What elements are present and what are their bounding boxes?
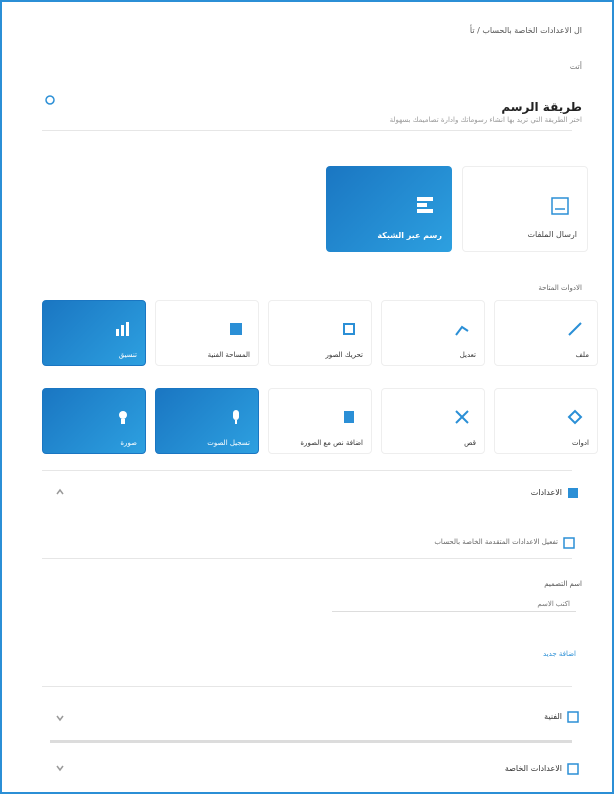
grid-icon: [417, 197, 433, 213]
chevron-down-icon[interactable]: [54, 712, 66, 724]
page-description: اختر الطريقة التي تريد بها انشاء رسوماتك…: [389, 116, 582, 124]
tile-tools[interactable]: ادوات: [494, 388, 598, 454]
settings-panel-icon: [568, 488, 578, 498]
section-title: الاعدادات الخاصة: [504, 764, 562, 773]
upload-icon: [551, 197, 569, 215]
page-frame: ال الاعدادات الخاصة بالحساب / تأ أتت طري…: [0, 0, 614, 794]
art-section-icon: [567, 711, 579, 723]
tile-label: ملف: [575, 351, 589, 359]
layers-icon: [343, 323, 355, 335]
field-label: اسم التصميم: [544, 580, 582, 588]
pencil-icon: [568, 322, 582, 336]
checkbox-icon[interactable]: [562, 536, 576, 550]
tile-label: تسجيل الصوت: [207, 439, 250, 447]
tile-layers[interactable]: تحريك الصور: [268, 300, 372, 366]
panel-title: الاعدادات: [530, 488, 562, 497]
settings-icon[interactable]: [44, 94, 56, 106]
tile-format[interactable]: تنسيق: [42, 300, 146, 366]
tile-label: ادوات: [572, 439, 589, 447]
private-settings-icon: [567, 763, 579, 775]
chevron-down-icon[interactable]: [54, 762, 66, 774]
edit-icon: [230, 323, 242, 335]
tile-text[interactable]: اضافة نص مع الصورة: [268, 388, 372, 454]
chevron-up-icon[interactable]: [54, 486, 66, 498]
mic-icon: [233, 410, 239, 424]
tile-label: تحريك الصور: [325, 351, 363, 359]
option-text: تفعيل الاعدادات المتقدمة الخاصة بالحساب: [434, 538, 558, 546]
tile-label: صورة: [120, 439, 137, 447]
panel-divider: [42, 470, 572, 471]
image-icon: [119, 411, 127, 424]
section-label: الادوات المتاحة: [538, 284, 582, 292]
tile-label: المساحة الفنية: [207, 351, 250, 359]
panel-divider: [42, 686, 572, 687]
chart-icon: [116, 322, 129, 336]
scissors-icon: [455, 410, 469, 424]
tile-cut[interactable]: قص: [381, 388, 485, 454]
tile-label: تنسيق: [118, 351, 137, 359]
page-subtitle: أتت: [569, 62, 582, 71]
section-title: الفنية: [544, 712, 562, 721]
panel-divider: [42, 558, 572, 559]
tool-icon: [567, 409, 583, 425]
method-card-grid[interactable]: رسم عبر الشبكة: [326, 166, 452, 252]
tile-audio[interactable]: تسجيل الصوت: [155, 388, 259, 454]
tile-art[interactable]: المساحة الفنية: [155, 300, 259, 366]
brush-icon: [455, 325, 469, 336]
method-card-label: رسم عبر الشبكة: [377, 231, 442, 240]
progress-bar: [50, 740, 572, 743]
design-name-input[interactable]: [332, 598, 576, 612]
method-card-upload[interactable]: ارسال الملفات: [462, 166, 588, 252]
header-divider: [42, 130, 572, 131]
add-new-link[interactable]: اضافة جديد: [543, 650, 576, 658]
tile-image[interactable]: صورة: [42, 388, 146, 454]
tile-label: قص: [464, 439, 476, 447]
text-icon: [344, 411, 354, 423]
tile-label: تعديل: [459, 351, 476, 359]
tile-edit[interactable]: تعديل: [381, 300, 485, 366]
tile-label: اضافة نص مع الصورة: [300, 439, 363, 447]
tile-file[interactable]: ملف: [494, 300, 598, 366]
page-title: طريقة الرسم: [501, 100, 582, 114]
breadcrumb: ال الاعدادات الخاصة بالحساب / تأ: [469, 26, 582, 35]
method-card-label: ارسال الملفات: [527, 230, 577, 239]
